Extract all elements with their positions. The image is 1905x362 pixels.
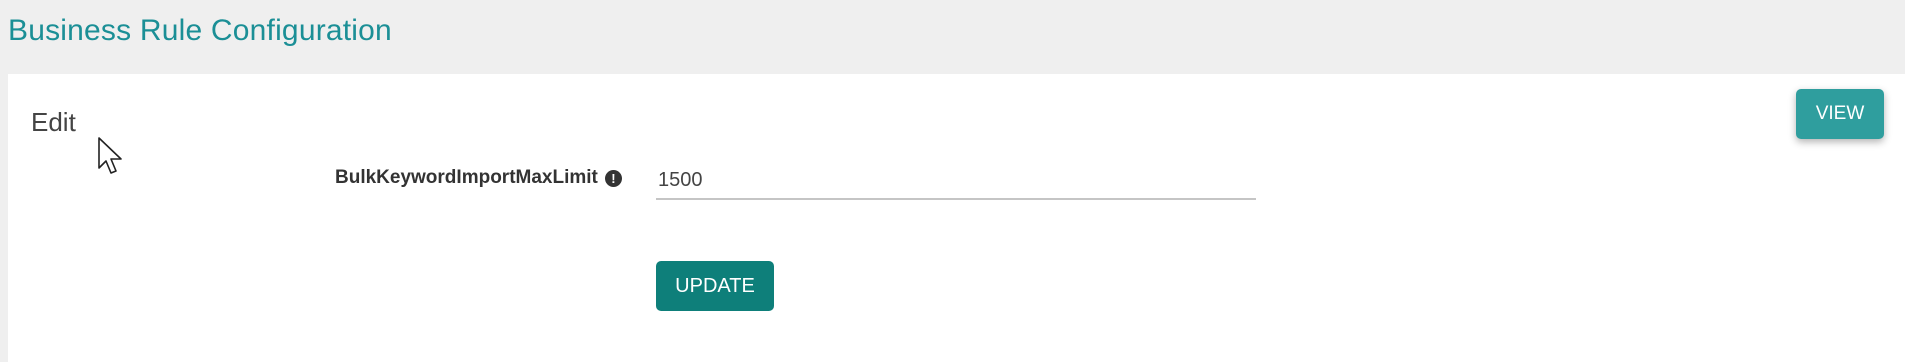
bulk-keyword-import-max-limit-input[interactable] [656,162,1256,200]
field-label: BulkKeywordImportMaxLimit ! [335,167,622,189]
field-label-text: BulkKeywordImportMaxLimit [335,167,598,188]
info-icon[interactable]: ! [604,169,622,187]
section-title: Edit [31,107,76,137]
view-button[interactable]: VIEW [1796,89,1884,139]
page-header: Business Rule Configuration [0,0,1905,74]
update-button[interactable]: UPDATE [656,261,774,311]
page-title: Business Rule Configuration [8,14,392,47]
mouse-cursor-icon [98,137,122,174]
edit-panel: Edit VIEW BulkKeywordImportMaxLimit ! UP… [8,74,1905,362]
